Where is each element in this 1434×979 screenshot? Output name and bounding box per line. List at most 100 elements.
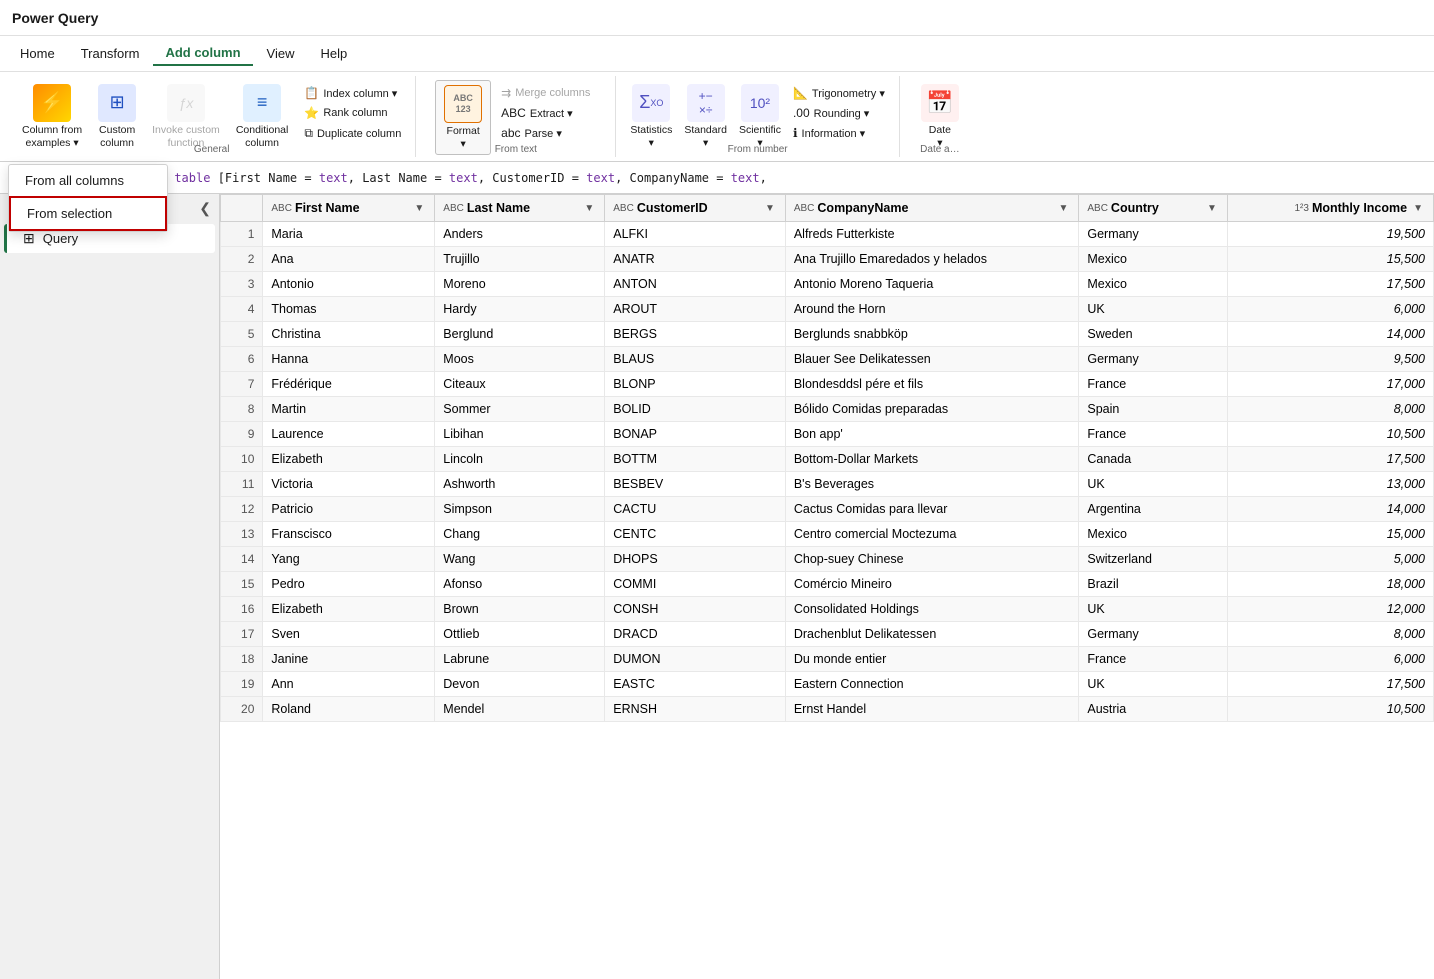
ribbon-from-number-buttons: ΣXO Statistics▾ +−×÷ Standard▾ 10² Scien… <box>624 76 891 178</box>
country-cell: Argentina <box>1079 497 1228 522</box>
company-name-cell: Eastern Connection <box>785 672 1079 697</box>
from-number-group-label: From number <box>728 144 788 155</box>
customer-id-cell: DRACD <box>605 622 786 647</box>
trigonometry-label: Trigonometry ▾ <box>812 87 885 100</box>
first-name-cell: Yang <box>263 547 435 572</box>
standard-button[interactable]: +−×÷ Standard▾ <box>678 80 733 153</box>
date-button[interactable]: 📅 Date▾ <box>915 80 965 153</box>
menu-view[interactable]: View <box>255 42 307 65</box>
table-row: 17 Sven Ottlieb DRACD Drachenblut Delika… <box>221 622 1434 647</box>
country-cell: UK <box>1079 472 1228 497</box>
rank-column-button[interactable]: ⭐ Rank column <box>298 104 407 122</box>
table-row: 6 Hanna Moos BLAUS Blauer See Delikatess… <box>221 347 1434 372</box>
menu-help[interactable]: Help <box>309 42 360 65</box>
table-body: 1 Maria Anders ALFKI Alfreds Futterkiste… <box>221 222 1434 722</box>
customer-id-cell: COMMI <box>605 572 786 597</box>
company-name-cell: Du monde entier <box>785 647 1079 672</box>
monthly-income-filter-btn[interactable]: ▼ <box>1411 203 1425 214</box>
customer-id-cell: CACTU <box>605 497 786 522</box>
row-num-cell: 10 <box>221 447 263 472</box>
first-name-filter-btn[interactable]: ▼ <box>412 203 426 214</box>
statistics-button[interactable]: ΣXO Statistics▾ <box>624 80 678 153</box>
merge-icon: ⇉ <box>501 86 511 100</box>
menu-add-column[interactable]: Add column <box>153 41 252 66</box>
custom-column-button[interactable]: ⊞ Customcolumn <box>92 80 142 153</box>
menu-transform[interactable]: Transform <box>69 42 152 65</box>
from-selection-item[interactable]: From selection <box>9 196 167 231</box>
scientific-button[interactable]: 10² Scientific▾ <box>733 80 787 153</box>
extract-label: Extract ▾ <box>530 107 573 120</box>
company-name-filter-btn[interactable]: ▼ <box>1056 203 1070 214</box>
country-cell: Canada <box>1079 447 1228 472</box>
row-num-cell: 18 <box>221 647 263 672</box>
extract-button[interactable]: ABC Extract ▾ <box>495 104 596 122</box>
merge-columns-label: Merge columns <box>515 87 590 99</box>
first-name-cell: Ana <box>263 247 435 272</box>
company-name-cell: Alfreds Futterkiste <box>785 222 1079 247</box>
table-header-row: ABC First Name ▼ ABC Last Name <box>221 195 1434 222</box>
monthly-income-cell: 15,500 <box>1227 247 1433 272</box>
menu-home[interactable]: Home <box>8 42 67 65</box>
trigonometry-button[interactable]: 📐 Trigonometry ▾ <box>787 84 891 102</box>
col-header-last-name: ABC Last Name ▼ <box>435 195 605 222</box>
from-all-columns-item[interactable]: From all columns <box>9 165 167 196</box>
first-name-cell: Roland <box>263 697 435 722</box>
monthly-income-cell: 19,500 <box>1227 222 1433 247</box>
ribbon-group-from-text: ABC 123 Format▾ ⇉ Merge columns ABC Extr… <box>416 76 616 157</box>
col-header-company-name: ABC CompanyName ▼ <box>785 195 1079 222</box>
company-name-type-icon: ABC <box>794 203 815 214</box>
row-num-cell: 3 <box>221 272 263 297</box>
row-num-cell: 11 <box>221 472 263 497</box>
invoke-custom-function-button[interactable]: ƒx Invoke customfunction <box>146 80 226 153</box>
company-name-cell: Cactus Comidas para llevar <box>785 497 1079 522</box>
row-num-cell: 1 <box>221 222 263 247</box>
table-row: 19 Ann Devon EASTC Eastern Connection UK… <box>221 672 1434 697</box>
ribbon-from-number-small: 📐 Trigonometry ▾ .00 Rounding ▾ ℹ Inform… <box>787 80 891 160</box>
rank-column-label: Rank column <box>323 107 387 119</box>
last-name-type-icon: ABC <box>443 203 464 214</box>
country-cell: Germany <box>1079 622 1228 647</box>
conditional-column-button[interactable]: ≡ Conditionalcolumn <box>230 80 295 153</box>
company-name-cell: Bottom-Dollar Markets <box>785 447 1079 472</box>
customer-id-type-icon: ABC <box>613 203 634 214</box>
index-column-button[interactable]: 📋 Index column ▾ <box>298 84 407 102</box>
company-name-cell: Comércio Mineiro <box>785 572 1079 597</box>
customer-id-cell: BERGS <box>605 322 786 347</box>
country-cell: France <box>1079 372 1228 397</box>
monthly-income-cell: 17,500 <box>1227 447 1433 472</box>
country-cell: Spain <box>1079 397 1228 422</box>
company-name-cell: Drachenblut Delikatessen <box>785 622 1079 647</box>
information-button[interactable]: ℹ Information ▾ <box>787 124 891 142</box>
customer-id-cell: BLAUS <box>605 347 786 372</box>
last-name-cell: Ashworth <box>435 472 605 497</box>
last-name-cell: Mendel <box>435 697 605 722</box>
col-header-customer-id: ABC CustomerID ▼ <box>605 195 786 222</box>
duplicate-column-button[interactable]: ⧉ Duplicate column <box>298 124 407 143</box>
parse-button[interactable]: abc Parse ▾ <box>495 124 596 142</box>
country-cell: Mexico <box>1079 522 1228 547</box>
rounding-button[interactable]: .00 Rounding ▾ <box>787 104 891 122</box>
merge-columns-button[interactable]: ⇉ Merge columns <box>495 84 596 102</box>
last-name-cell: Wang <box>435 547 605 572</box>
first-name-type-icon: ABC <box>271 203 292 214</box>
row-num-cell: 8 <box>221 397 263 422</box>
country-filter-btn[interactable]: ▼ <box>1205 203 1219 214</box>
last-name-cell: Afonso <box>435 572 605 597</box>
customer-id-cell: CONSH <box>605 597 786 622</box>
country-cell: UK <box>1079 672 1228 697</box>
index-column-label: Index column ▾ <box>323 87 397 100</box>
format-button[interactable]: ABC 123 Format▾ <box>435 80 491 155</box>
last-name-col-label: Last Name <box>467 201 530 215</box>
customer-id-cell: EASTC <box>605 672 786 697</box>
row-num-cell: 2 <box>221 247 263 272</box>
monthly-income-col-label: Monthly Income <box>1312 201 1407 215</box>
table-row: 16 Elizabeth Brown CONSH Consolidated Ho… <box>221 597 1434 622</box>
last-name-filter-btn[interactable]: ▼ <box>582 203 596 214</box>
monthly-income-cell: 13,000 <box>1227 472 1433 497</box>
data-area[interactable]: ABC First Name ▼ ABC Last Name <box>220 194 1434 979</box>
customer-id-filter-btn[interactable]: ▼ <box>763 203 777 214</box>
company-name-cell: Blondesddsl pére et fils <box>785 372 1079 397</box>
col-from-examples-label: Column fromexamples ▾ <box>22 124 82 149</box>
col-from-examples-button[interactable]: ⚡ Column fromexamples ▾ <box>16 80 88 153</box>
first-name-cell: Ann <box>263 672 435 697</box>
